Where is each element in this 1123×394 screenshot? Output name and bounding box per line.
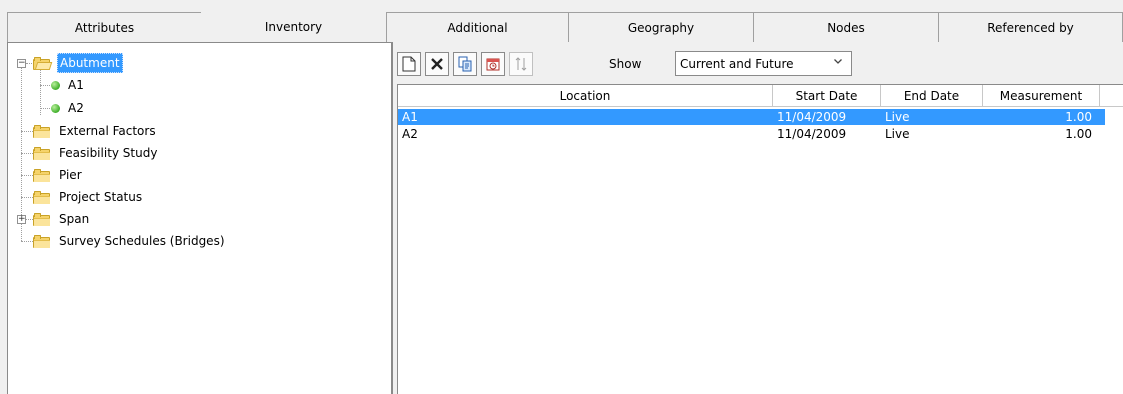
tree-node-span[interactable]: Span bbox=[33, 208, 91, 230]
tab-additional-label: Additional bbox=[447, 20, 508, 35]
history-icon[interactable] bbox=[481, 52, 505, 76]
open-folder-icon bbox=[33, 56, 53, 70]
folder-icon bbox=[33, 234, 51, 248]
tree-connector-line bbox=[21, 175, 33, 176]
tree-node-label: Pier bbox=[59, 168, 82, 182]
tree-node-label: Abutment bbox=[57, 53, 123, 73]
expand-toggle-icon[interactable]: + bbox=[17, 215, 26, 224]
tree-node-label: Span bbox=[59, 212, 90, 226]
tree-connector-line bbox=[21, 153, 33, 154]
column-header-measurement[interactable]: Measurement bbox=[983, 85, 1100, 107]
grid-header: Location Start Date End Date Measurement bbox=[398, 85, 1123, 107]
sort-icon[interactable] bbox=[509, 52, 533, 76]
tree-node-survey-schedules[interactable]: Survey Schedules (Bridges) bbox=[33, 230, 227, 252]
cell-location: A1 bbox=[402, 110, 418, 124]
tree-node-label: Survey Schedules (Bridges) bbox=[59, 234, 225, 248]
tab-geography-label: Geography bbox=[627, 20, 695, 35]
column-header-location[interactable]: Location bbox=[398, 85, 773, 107]
delete-icon[interactable] bbox=[425, 52, 449, 76]
folder-icon bbox=[33, 124, 51, 138]
tree-node-feasibility-study[interactable]: Feasibility Study bbox=[33, 142, 159, 164]
tab-attributes[interactable]: Attributes bbox=[7, 12, 202, 42]
tab-inventory[interactable]: Inventory bbox=[201, 12, 386, 42]
tree-node-external-factors[interactable]: External Factors bbox=[33, 120, 158, 142]
tree-connector-line bbox=[40, 85, 50, 86]
tree-node-label: Feasibility Study bbox=[59, 146, 158, 160]
folder-icon bbox=[33, 212, 51, 226]
table-row[interactable]: A1 11/04/2009 Live 1.00 bbox=[398, 109, 1105, 125]
location-panel: Show Current and Future Location Start D… bbox=[392, 42, 1123, 394]
folder-icon bbox=[33, 146, 51, 160]
tree-connector-line bbox=[26, 219, 33, 220]
green-dot-icon bbox=[51, 80, 60, 90]
new-document-icon[interactable] bbox=[397, 52, 421, 76]
tree-connector-line bbox=[21, 241, 33, 242]
tree-connector-line bbox=[26, 63, 32, 64]
green-dot-icon bbox=[51, 103, 60, 113]
tree-node-a2[interactable]: A2 bbox=[51, 97, 86, 119]
cell-start-date: 11/04/2009 bbox=[777, 110, 847, 124]
tree-connector-line bbox=[21, 197, 33, 198]
tree-node-label: External Factors bbox=[59, 124, 156, 138]
tree-connector-line bbox=[40, 108, 50, 109]
tree-node-label: Project Status bbox=[59, 190, 143, 204]
tree-node-a1[interactable]: A1 bbox=[51, 74, 86, 96]
tab-nodes[interactable]: Nodes bbox=[753, 12, 939, 42]
location-grid[interactable]: Location Start Date End Date Measurement… bbox=[397, 84, 1123, 394]
cell-measurement: 1.00 bbox=[1065, 110, 1092, 124]
column-header-end-date[interactable]: End Date bbox=[881, 85, 983, 107]
cell-location: A2 bbox=[402, 127, 418, 141]
right-tab-bar: Additional Geography Nodes Referenced by bbox=[386, 12, 1123, 42]
table-row[interactable]: A2 11/04/2009 Live 1.00 bbox=[398, 126, 1105, 142]
tree-node-label: A1 bbox=[68, 78, 84, 92]
tree-connector-line bbox=[21, 131, 33, 132]
tab-geography[interactable]: Geography bbox=[568, 12, 754, 42]
tab-nodes-label: Nodes bbox=[827, 20, 865, 35]
cell-end-date: Live bbox=[885, 110, 910, 124]
tab-additional[interactable]: Additional bbox=[386, 12, 569, 42]
tab-inventory-label: Inventory bbox=[264, 20, 323, 34]
show-label: Show bbox=[609, 57, 642, 71]
tab-referenced-by[interactable]: Referenced by bbox=[938, 12, 1123, 42]
tree-node-label: A2 bbox=[68, 101, 84, 115]
show-filter-select[interactable]: Current and Future bbox=[675, 51, 852, 76]
copy-icon[interactable] bbox=[453, 52, 477, 76]
grid-toolbar bbox=[397, 50, 537, 78]
left-tab-bar: Attributes Inventory bbox=[7, 12, 392, 42]
inventory-tree-panel[interactable]: − Abutment A1 A2 External Factors Feasib… bbox=[7, 42, 392, 394]
collapse-toggle-icon[interactable]: − bbox=[17, 59, 26, 68]
show-filter-value: Current and Future bbox=[680, 56, 794, 71]
cell-end-date: Live bbox=[885, 127, 910, 141]
tab-referenced-by-label: Referenced by bbox=[987, 20, 1074, 35]
tree-node-project-status[interactable]: Project Status bbox=[33, 186, 144, 208]
tree-node-pier[interactable]: Pier bbox=[33, 164, 84, 186]
tab-attributes-label: Attributes bbox=[74, 20, 135, 35]
chevron-down-icon bbox=[833, 56, 843, 69]
column-header-start-date[interactable]: Start Date bbox=[773, 85, 881, 107]
folder-icon bbox=[33, 190, 51, 204]
cell-measurement: 1.00 bbox=[1065, 127, 1092, 141]
tree-node-abutment[interactable]: Abutment bbox=[33, 52, 123, 74]
folder-icon bbox=[33, 168, 51, 182]
cell-start-date: 11/04/2009 bbox=[777, 127, 847, 141]
